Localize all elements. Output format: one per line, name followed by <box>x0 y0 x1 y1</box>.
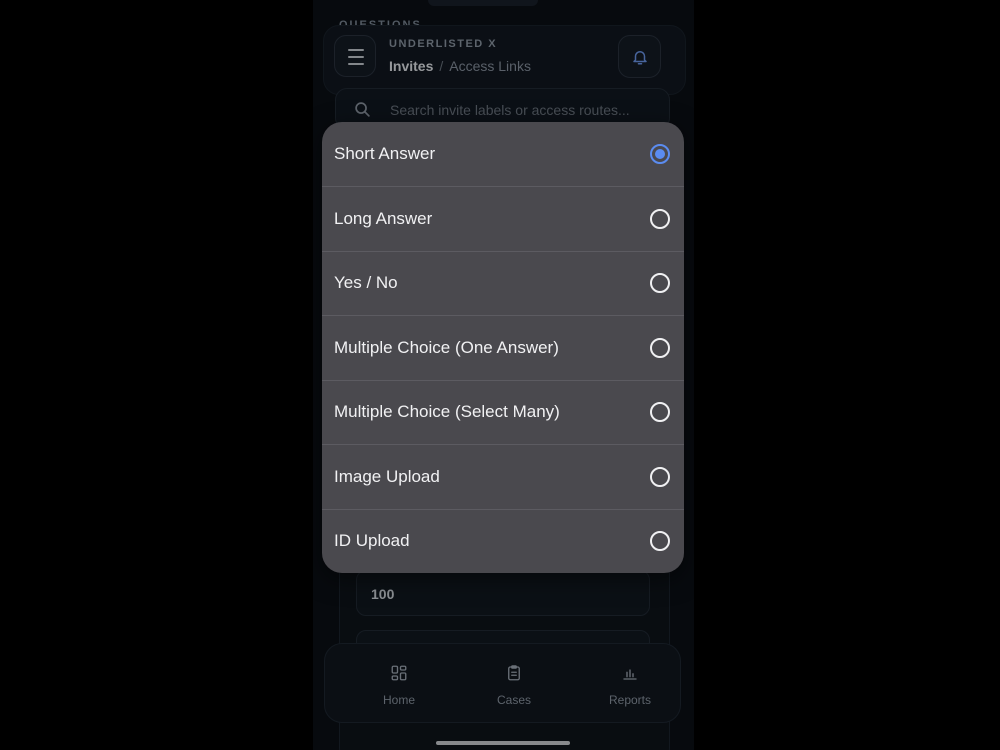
option-short-answer[interactable]: Short Answer <box>322 122 684 186</box>
option-image-upload[interactable]: Image Upload <box>322 445 684 509</box>
option-yes-no[interactable]: Yes / No <box>322 251 684 315</box>
question-type-picker: Short Answer Long Answer Yes / No Multip… <box>322 122 684 573</box>
radio-icon[interactable] <box>650 467 670 487</box>
radio-icon[interactable] <box>650 273 670 293</box>
option-label: Yes / No <box>334 273 398 292</box>
option-label: Multiple Choice (Select Many) <box>334 402 560 421</box>
option-long-answer[interactable]: Long Answer <box>322 187 684 251</box>
radio-icon[interactable] <box>650 209 670 229</box>
option-label: ID Upload <box>334 531 410 550</box>
radio-selected-icon[interactable] <box>650 144 670 164</box>
option-multiple-choice-many[interactable]: Multiple Choice (Select Many) <box>322 380 684 444</box>
option-label: Multiple Choice (One Answer) <box>334 338 559 357</box>
radio-icon[interactable] <box>650 531 670 551</box>
option-id-upload[interactable]: ID Upload <box>322 509 684 573</box>
radio-icon[interactable] <box>650 402 670 422</box>
option-label: Short Answer <box>334 144 436 163</box>
option-label: Image Upload <box>334 467 440 486</box>
option-multiple-choice-one[interactable]: Multiple Choice (One Answer) <box>322 316 684 380</box>
option-label: Long Answer <box>334 209 433 228</box>
radio-icon[interactable] <box>650 338 670 358</box>
